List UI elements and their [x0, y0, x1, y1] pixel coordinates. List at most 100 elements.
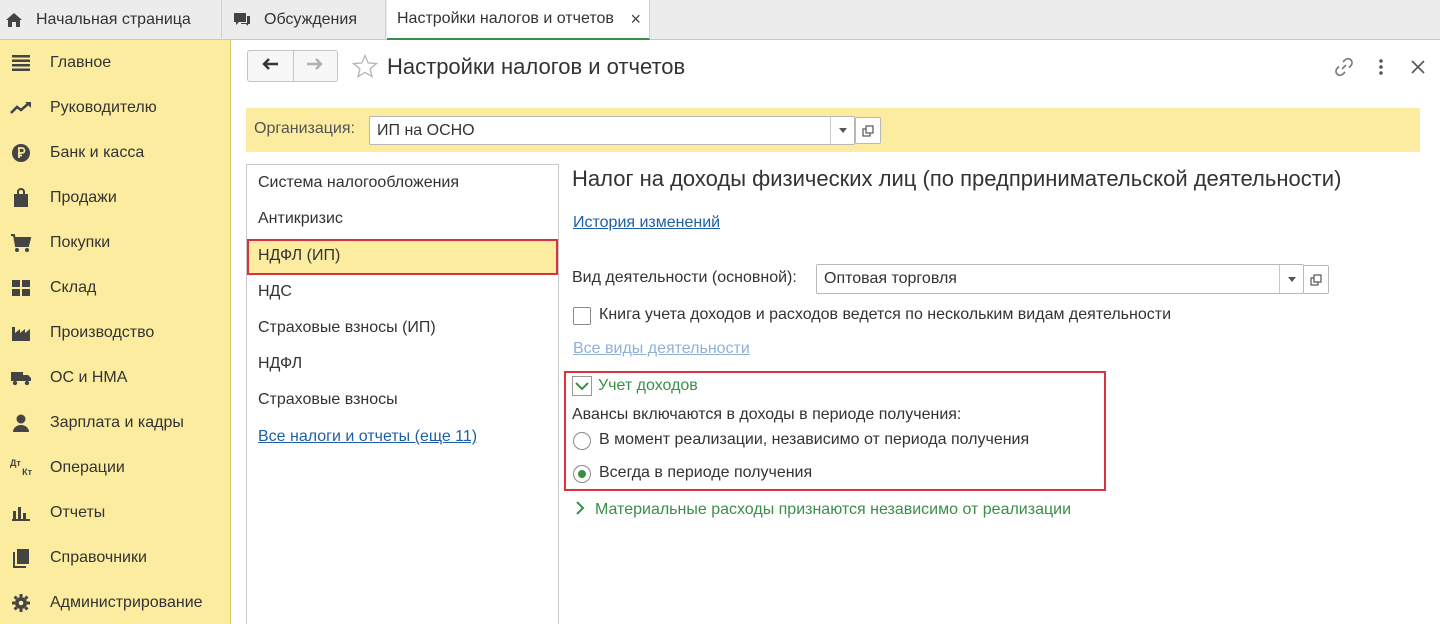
all-activities-link[interactable]: Все виды деятельности	[573, 340, 750, 358]
sidebar-item-label: Главное	[50, 53, 112, 71]
menu-icon	[10, 52, 32, 74]
radio-always-in-period[interactable]	[573, 465, 591, 483]
organization-label: Организация:	[254, 120, 355, 137]
income-group-toggle[interactable]	[572, 376, 592, 396]
chevron-down-icon	[838, 128, 847, 133]
kt-label: Кт	[22, 466, 32, 477]
multi-activity-checkbox-label[interactable]: Книга учета доходов и расходов ведется п…	[599, 306, 1171, 324]
sidebar: Главное Руководителю Банк и касса Продаж…	[0, 40, 231, 624]
list-item[interactable]: НДФЛ	[258, 355, 302, 373]
all-taxes-link[interactable]: Все налоги и отчеты (еще 11)	[258, 428, 477, 446]
activity-label: Вид деятельности (основной):	[572, 269, 797, 286]
sidebar-item-label: Покупки	[50, 233, 111, 251]
activity-value: Оптовая торговля	[824, 270, 957, 287]
multi-activity-checkbox[interactable]	[573, 307, 591, 325]
books-icon	[10, 547, 32, 569]
sidebar-item-label: Продажи	[50, 188, 117, 206]
bag-icon	[10, 187, 32, 209]
nav-buttons	[247, 50, 338, 82]
list-item[interactable]: Страховые взносы (ИП)	[258, 319, 436, 337]
ruble-icon	[10, 142, 32, 164]
income-group-title[interactable]: Учет доходов	[598, 377, 698, 395]
arrow-left-icon	[261, 57, 279, 76]
material-group[interactable]: Материальные расходы признаются независи…	[576, 500, 1071, 520]
list-item[interactable]: Система налогообложения	[258, 174, 459, 192]
warehouse-icon	[10, 277, 32, 299]
tab-discussions[interactable]: Обсуждения	[222, 0, 386, 40]
gear-icon	[10, 592, 32, 614]
home-icon	[4, 10, 24, 30]
activity-open-button[interactable]	[1303, 265, 1329, 294]
list-item[interactable]: Страховые взносы	[258, 391, 398, 409]
tab-tax-settings-label: Настройки налогов и отчетов	[397, 10, 614, 27]
more-vertical-icon[interactable]	[1370, 56, 1392, 78]
sidebar-item-label: Руководителю	[50, 98, 157, 116]
sidebar-item-directories[interactable]: Справочники	[0, 535, 231, 580]
open-window-icon	[1310, 273, 1322, 286]
sidebar-item-reports[interactable]: Отчеты	[0, 490, 231, 535]
dt-label: Дт	[10, 457, 21, 468]
organization-value: ИП на ОСНО	[377, 122, 475, 139]
sidebar-item-label: Отчеты	[50, 503, 106, 521]
list-item[interactable]: Антикризис	[258, 210, 343, 228]
chevron-right-icon	[576, 500, 585, 520]
radio-at-sale-label[interactable]: В момент реализации, независимо от перио…	[599, 431, 1029, 449]
radio-always-in-period-label[interactable]: Всегда в периоде получения	[599, 464, 812, 482]
sidebar-item-purchases[interactable]: Покупки	[0, 220, 231, 265]
sidebar-item-main[interactable]: Главное	[0, 40, 231, 85]
sidebar-item-label: Справочники	[50, 548, 147, 566]
radio-at-sale[interactable]	[573, 432, 591, 450]
sidebar-item-salary[interactable]: Зарплата и кадры	[0, 400, 231, 445]
tab-bar: Начальная страница Обсуждения Настройки …	[0, 0, 1440, 40]
material-group-title: Материальные расходы признаются независи…	[595, 501, 1072, 518]
sidebar-item-label: ОС и НМА	[50, 368, 128, 386]
sidebar-item-warehouse[interactable]: Склад	[0, 265, 231, 310]
list-item-label: НДФЛ (ИП)	[258, 247, 341, 264]
sidebar-item-manager[interactable]: Руководителю	[0, 85, 231, 130]
link-icon[interactable]	[1333, 56, 1355, 78]
advances-label: Авансы включаются в доходы в периоде пол…	[572, 406, 962, 423]
tab-tax-settings[interactable]: Настройки налогов и отчетов ×	[387, 0, 650, 40]
history-link[interactable]: История изменений	[573, 214, 720, 232]
organization-bar: Организация: ИП на ОСНО	[246, 108, 1420, 152]
activity-field[interactable]: Оптовая торговля	[816, 264, 1304, 294]
dt-kt-icon: Дт Кт	[10, 457, 32, 479]
chat-icon	[232, 10, 252, 30]
activity-dropdown-button[interactable]	[1279, 265, 1303, 293]
close-icon[interactable]: ×	[630, 9, 641, 30]
sidebar-item-admin[interactable]: Администрирование	[0, 580, 231, 624]
trend-icon	[10, 97, 32, 119]
section-title: Налог на доходы физических лиц (по предп…	[572, 166, 1342, 191]
organization-field[interactable]: ИП на ОСНО	[369, 116, 855, 145]
sidebar-item-operations[interactable]: Дт Кт Операции	[0, 445, 231, 490]
favorite-star-icon[interactable]	[351, 53, 379, 83]
sidebar-item-bank[interactable]: Банк и касса	[0, 130, 231, 175]
page-title: Настройки налогов и отчетов	[387, 54, 686, 79]
truck-icon	[10, 367, 32, 389]
open-window-icon	[862, 124, 874, 137]
person-icon	[10, 412, 32, 434]
back-button[interactable]	[248, 51, 293, 81]
organization-open-button[interactable]	[855, 117, 881, 144]
tax-sections-list: Система налогообложения Антикризис НДФЛ …	[246, 164, 559, 624]
tab-discussions-label: Обсуждения	[264, 11, 357, 28]
list-item[interactable]: НДС	[258, 283, 292, 301]
sidebar-item-assets[interactable]: ОС и НМА	[0, 355, 231, 400]
sidebar-item-label: Производство	[50, 323, 155, 341]
sidebar-item-label: Зарплата и кадры	[50, 413, 184, 431]
organization-dropdown-button[interactable]	[830, 117, 854, 144]
factory-icon	[10, 322, 32, 344]
chevron-down-icon	[575, 381, 589, 390]
bar-chart-icon	[10, 502, 32, 524]
sidebar-item-label: Склад	[50, 278, 97, 296]
sidebar-item-production[interactable]: Производство	[0, 310, 231, 355]
sidebar-item-label: Администрирование	[50, 593, 203, 611]
close-form-icon[interactable]	[1407, 56, 1429, 78]
sidebar-item-label: Банк и касса	[50, 143, 145, 161]
tab-home-label: Начальная страница	[36, 11, 191, 28]
forward-button[interactable]	[292, 51, 338, 81]
tab-home[interactable]: Начальная страница	[0, 0, 222, 40]
sidebar-item-label: Операции	[50, 458, 125, 476]
sidebar-item-sales[interactable]: Продажи	[0, 175, 231, 220]
list-item-selected[interactable]: НДФЛ (ИП)	[247, 239, 558, 275]
